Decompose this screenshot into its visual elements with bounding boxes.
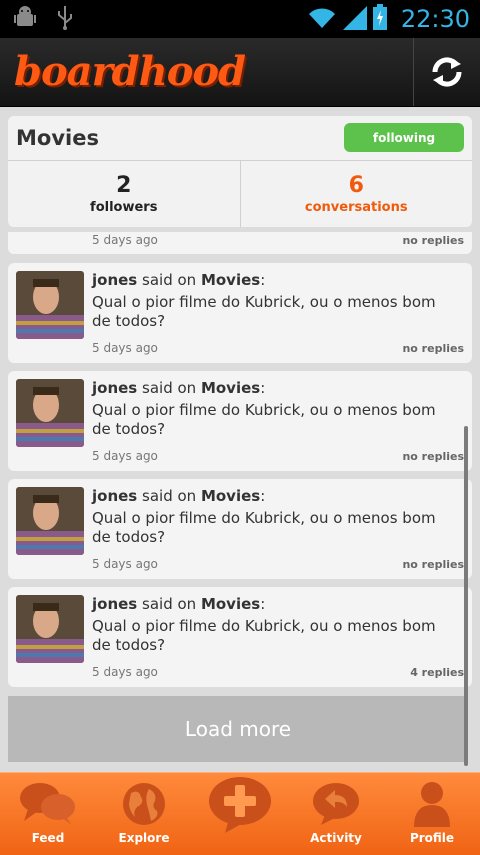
replies-count: no replies [402, 234, 464, 247]
colon: : [260, 379, 266, 397]
replies-count: no replies [402, 342, 464, 355]
conversation-list[interactable]: 5 days ago no replies jones said on Movi… [8, 232, 472, 767]
said-on-text: said on [142, 595, 197, 613]
colon: : [260, 595, 266, 613]
time-ago: 5 days ago [92, 341, 158, 355]
avatar[interactable] [16, 271, 84, 339]
time-ago: 5 days ago [92, 665, 158, 679]
conversation-header: jones said on Movies: [92, 487, 265, 505]
message-text: Qual o pior filme do Kubrick, ou o menos… [92, 509, 436, 546]
nav-label: Activity [310, 831, 362, 845]
boardhood-logo[interactable]: boardhood [14, 48, 246, 95]
time-ago: 5 days ago [92, 557, 158, 571]
globe-icon [123, 783, 165, 825]
avatar[interactable] [16, 487, 84, 555]
board-name[interactable]: Movies [201, 487, 260, 505]
conversation-header: jones said on Movies: [92, 271, 265, 289]
nav-label: Explore [118, 831, 170, 845]
time-ago: 5 days ago [92, 449, 158, 463]
board-name[interactable]: Movies [201, 271, 260, 289]
list-item[interactable]: jones said on Movies: Qual o pior filme … [8, 371, 472, 471]
message-text: Qual o pior filme do Kubrick, ou o menos… [92, 617, 436, 654]
username[interactable]: jones [92, 271, 137, 289]
said-on-text: said on [142, 487, 197, 505]
feed-icon [20, 783, 75, 825]
status-bar: 22:30 [0, 0, 480, 38]
conversations-count: 6 [348, 173, 364, 198]
list-item[interactable]: jones said on Movies: Qual o pior filme … [8, 587, 472, 687]
colon: : [260, 487, 266, 505]
followers-label: followers [90, 200, 158, 215]
app-header: boardhood [0, 38, 480, 107]
message-text: Qual o pior filme do Kubrick, ou o menos… [92, 293, 436, 330]
board-name[interactable]: Movies [201, 595, 260, 613]
replies-count: no replies [402, 450, 464, 463]
conversations-label: conversations [304, 200, 408, 215]
profile-icon [414, 782, 450, 827]
conversation-header: jones said on Movies: [92, 595, 265, 613]
conversations-stat[interactable]: 6 conversations [239, 161, 473, 227]
nav-label: Feed [31, 831, 65, 845]
bottom-nav: Feed Explore Activity Profile [0, 772, 480, 855]
followers-count: 2 [116, 173, 132, 198]
nav-profile[interactable]: Profile [384, 773, 480, 855]
board-card: Movies following 2 followers 6 conversat… [8, 116, 472, 227]
time-ago: 5 days ago [92, 233, 158, 247]
conversation-header: jones said on Movies: [92, 379, 265, 397]
said-on-text: said on [142, 379, 197, 397]
battery-charging-icon [372, 4, 387, 34]
avatar[interactable] [16, 595, 84, 663]
username[interactable]: jones [92, 379, 137, 397]
android-debug-icon [14, 6, 36, 34]
scrollbar[interactable] [464, 426, 468, 766]
clock: 22:30 [400, 5, 470, 33]
usb-icon [56, 6, 74, 34]
replies-count: 4 replies [410, 666, 464, 679]
username[interactable]: jones [92, 595, 137, 613]
refresh-icon [432, 57, 462, 87]
colon: : [260, 271, 266, 289]
followers-stat[interactable]: 2 followers [8, 161, 240, 227]
wifi-icon [307, 4, 337, 34]
said-on-text: said on [142, 271, 197, 289]
board-stats: 2 followers 6 conversations [8, 160, 472, 227]
nav-new-conversation[interactable] [192, 773, 288, 855]
nav-label: Profile [409, 831, 455, 845]
username[interactable]: jones [92, 487, 137, 505]
message-text: Qual o pior filme do Kubrick, ou o menos… [92, 401, 436, 438]
list-item[interactable]: jones said on Movies: Qual o pior filme … [8, 479, 472, 579]
avatar[interactable] [16, 379, 84, 447]
board-title: Movies [16, 126, 99, 150]
following-button[interactable]: following [344, 123, 464, 152]
signal-icon [342, 4, 367, 34]
board-name[interactable]: Movies [201, 379, 260, 397]
refresh-button[interactable] [413, 38, 480, 106]
load-more-button[interactable]: Load more [8, 696, 468, 762]
list-item[interactable]: jones said on Movies: Qual o pior filme … [8, 263, 472, 363]
replies-count: no replies [402, 558, 464, 571]
nav-explore[interactable]: Explore [96, 773, 192, 855]
activity-icon [313, 783, 359, 825]
nav-activity[interactable]: Activity [288, 773, 384, 855]
plus-icon [209, 777, 271, 833]
nav-feed[interactable]: Feed [0, 773, 96, 855]
list-item[interactable]: 5 days ago no replies [8, 232, 472, 254]
